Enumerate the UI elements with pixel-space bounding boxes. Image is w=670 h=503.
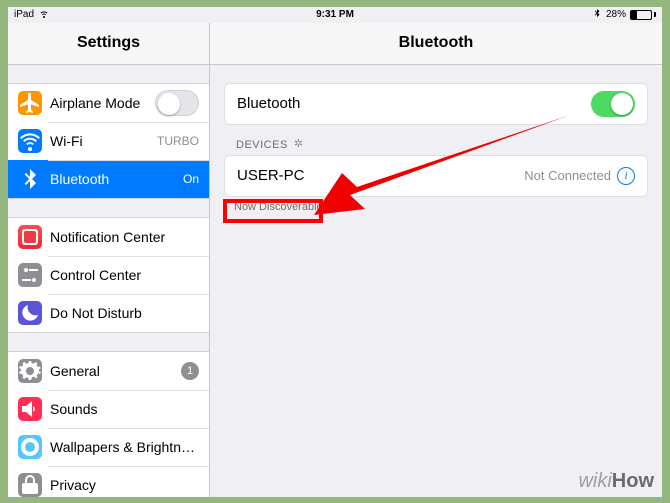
airplane-toggle[interactable] [155, 90, 199, 116]
wifi-network-name: TURBO [157, 134, 199, 148]
device-row[interactable]: USER-PC Not Connected i [225, 156, 647, 196]
sidebar-item-label: General [50, 363, 181, 379]
settings-app: iPad 9:31 PM 28% Settings Bluetooth Airp… [8, 7, 662, 497]
bluetooth-status-icon [592, 8, 602, 21]
bluetooth-state: On [183, 172, 199, 186]
sidebar-item-general[interactable]: General 1 [8, 352, 209, 390]
detail-title: Bluetooth [210, 23, 662, 65]
info-icon[interactable]: i [617, 167, 635, 185]
devices-header: DEVICES [210, 125, 662, 155]
airplane-icon [18, 91, 42, 115]
sidebar-item-label: Do Not Disturb [50, 305, 199, 321]
sidebar-item-sounds[interactable]: Sounds [8, 390, 209, 428]
device-state: Not Connected [524, 168, 611, 183]
sidebar-item-label: Privacy [50, 477, 199, 493]
battery-pct: 28% [606, 9, 626, 20]
discoverable-text: Now Discoverable [210, 197, 662, 213]
detail-pane: Bluetooth DEVICES USER-PC Not Connected … [210, 65, 662, 497]
settings-sidebar: Airplane Mode Wi-Fi TURBO Bluetooth On [8, 65, 210, 497]
clock: 9:31 PM [316, 9, 354, 20]
sidebar-item-label: Airplane Mode [50, 95, 155, 111]
bluetooth-toggle-row[interactable]: Bluetooth [225, 84, 647, 124]
sidebar-item-wallpapers[interactable]: Wallpapers & Brightness [8, 428, 209, 466]
wikihow-watermark: wikiHow [578, 470, 654, 493]
sidebar-title: Settings [8, 23, 210, 65]
moon-icon [18, 301, 42, 325]
hand-icon [18, 473, 42, 497]
bluetooth-icon [18, 167, 42, 191]
sidebar-item-privacy[interactable]: Privacy [8, 466, 209, 497]
notification-icon [18, 225, 42, 249]
sidebar-item-label: Sounds [50, 401, 199, 417]
device-name: iPad [14, 9, 34, 20]
sidebar-item-airplane-mode[interactable]: Airplane Mode [8, 84, 209, 122]
toggle-label: Bluetooth [237, 95, 591, 112]
sidebar-item-do-not-disturb[interactable]: Do Not Disturb [8, 294, 209, 332]
sidebar-item-control-center[interactable]: Control Center [8, 256, 209, 294]
sidebar-item-label: Wallpapers & Brightness [50, 439, 199, 455]
speaker-icon [18, 397, 42, 421]
searching-spinner-icon [294, 139, 306, 151]
sidebar-item-label: Notification Center [50, 229, 199, 245]
wallpaper-icon [18, 435, 42, 459]
bluetooth-toggle[interactable] [591, 91, 635, 117]
status-bar: iPad 9:31 PM 28% [8, 7, 662, 23]
update-badge: 1 [181, 362, 199, 380]
battery-icon [630, 10, 656, 20]
sidebar-item-label: Bluetooth [50, 171, 183, 187]
sidebar-item-wifi[interactable]: Wi-Fi TURBO [8, 122, 209, 160]
control-center-icon [18, 263, 42, 287]
sidebar-item-bluetooth[interactable]: Bluetooth On [8, 160, 209, 198]
sidebar-item-label: Wi-Fi [50, 133, 157, 149]
gear-icon [18, 359, 42, 383]
wifi-icon [38, 7, 50, 22]
wifi-icon [18, 129, 42, 153]
sidebar-item-label: Control Center [50, 267, 199, 283]
device-name: USER-PC [237, 167, 524, 184]
sidebar-item-notification-center[interactable]: Notification Center [8, 218, 209, 256]
